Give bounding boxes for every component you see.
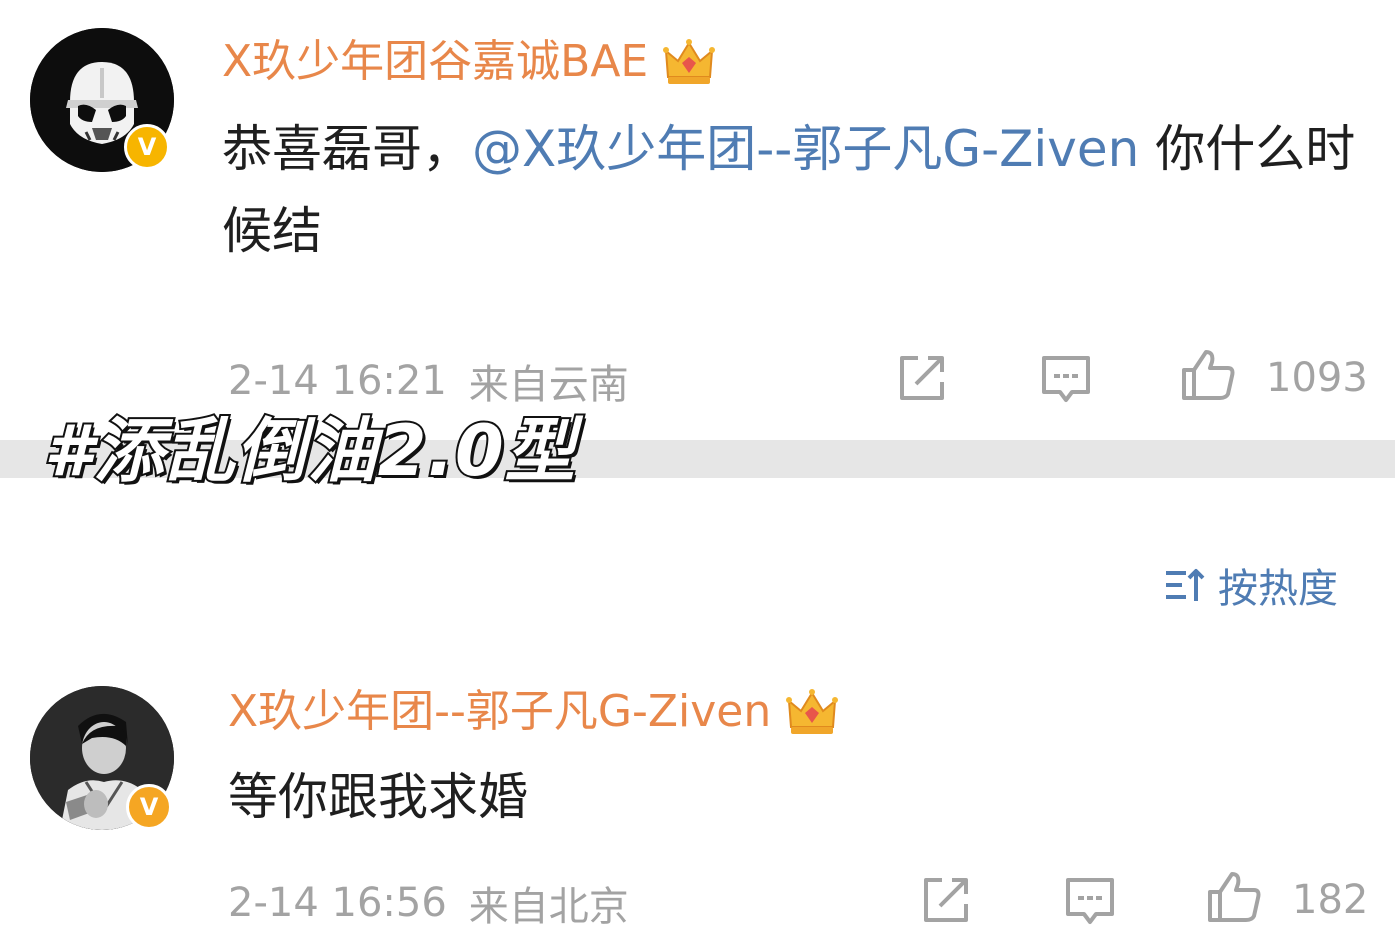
comment-text-lead: 恭喜磊哥， [222,120,472,178]
repost-icon[interactable] [918,872,974,928]
username-row: X玖少年团--郭子凡G-Ziven [228,684,839,740]
like-icon[interactable] [1206,868,1262,924]
sort-icon [1166,569,1205,601]
weibo-comment-screenshot: V X玖少年团谷嘉诚BAE 恭喜磊哥，@X玖少年团--郭子凡G-Ziven 你什… [0,0,1395,943]
sort-by-hot-button[interactable]: 按热度 [1162,556,1338,614]
like-count: 182 [1292,877,1369,923]
overlay-caption: #添乱倒油2.0型 [42,408,577,494]
username[interactable]: X玖少年团谷嘉诚BAE [222,34,648,90]
comment-meta: 2-14 16:56 来自北京 [228,874,629,932]
crown-icon [663,39,716,84]
sort-label: 按热度 [1218,566,1338,612]
timestamp: 2-14 16:56 [228,880,447,926]
comment-icon[interactable] [1062,872,1118,928]
comment-icon[interactable] [1038,350,1094,406]
username-row: X玖少年团谷嘉诚BAE [222,34,716,90]
username[interactable]: X玖少年团--郭子凡G-Ziven [228,684,771,740]
verified-icon: V [124,124,170,170]
crown-icon [786,689,839,734]
like-icon[interactable] [1180,346,1236,402]
location: 来自北京 [468,884,629,930]
comment-item: V X玖少年团谷嘉诚BAE 恭喜磊哥，@X玖少年团--郭子凡G-Ziven 你什… [0,0,1395,440]
repost-icon[interactable] [894,350,950,406]
like-count: 1093 [1266,355,1368,401]
comment-text: 等你跟我求婚 [228,768,528,826]
comment-text: 恭喜磊哥，@X玖少年团--郭子凡G-Ziven 你什么时候结 [222,108,1372,272]
verified-icon: V [126,784,172,830]
mention-link[interactable]: @X玖少年团--郭子凡G-Ziven [472,120,1139,178]
